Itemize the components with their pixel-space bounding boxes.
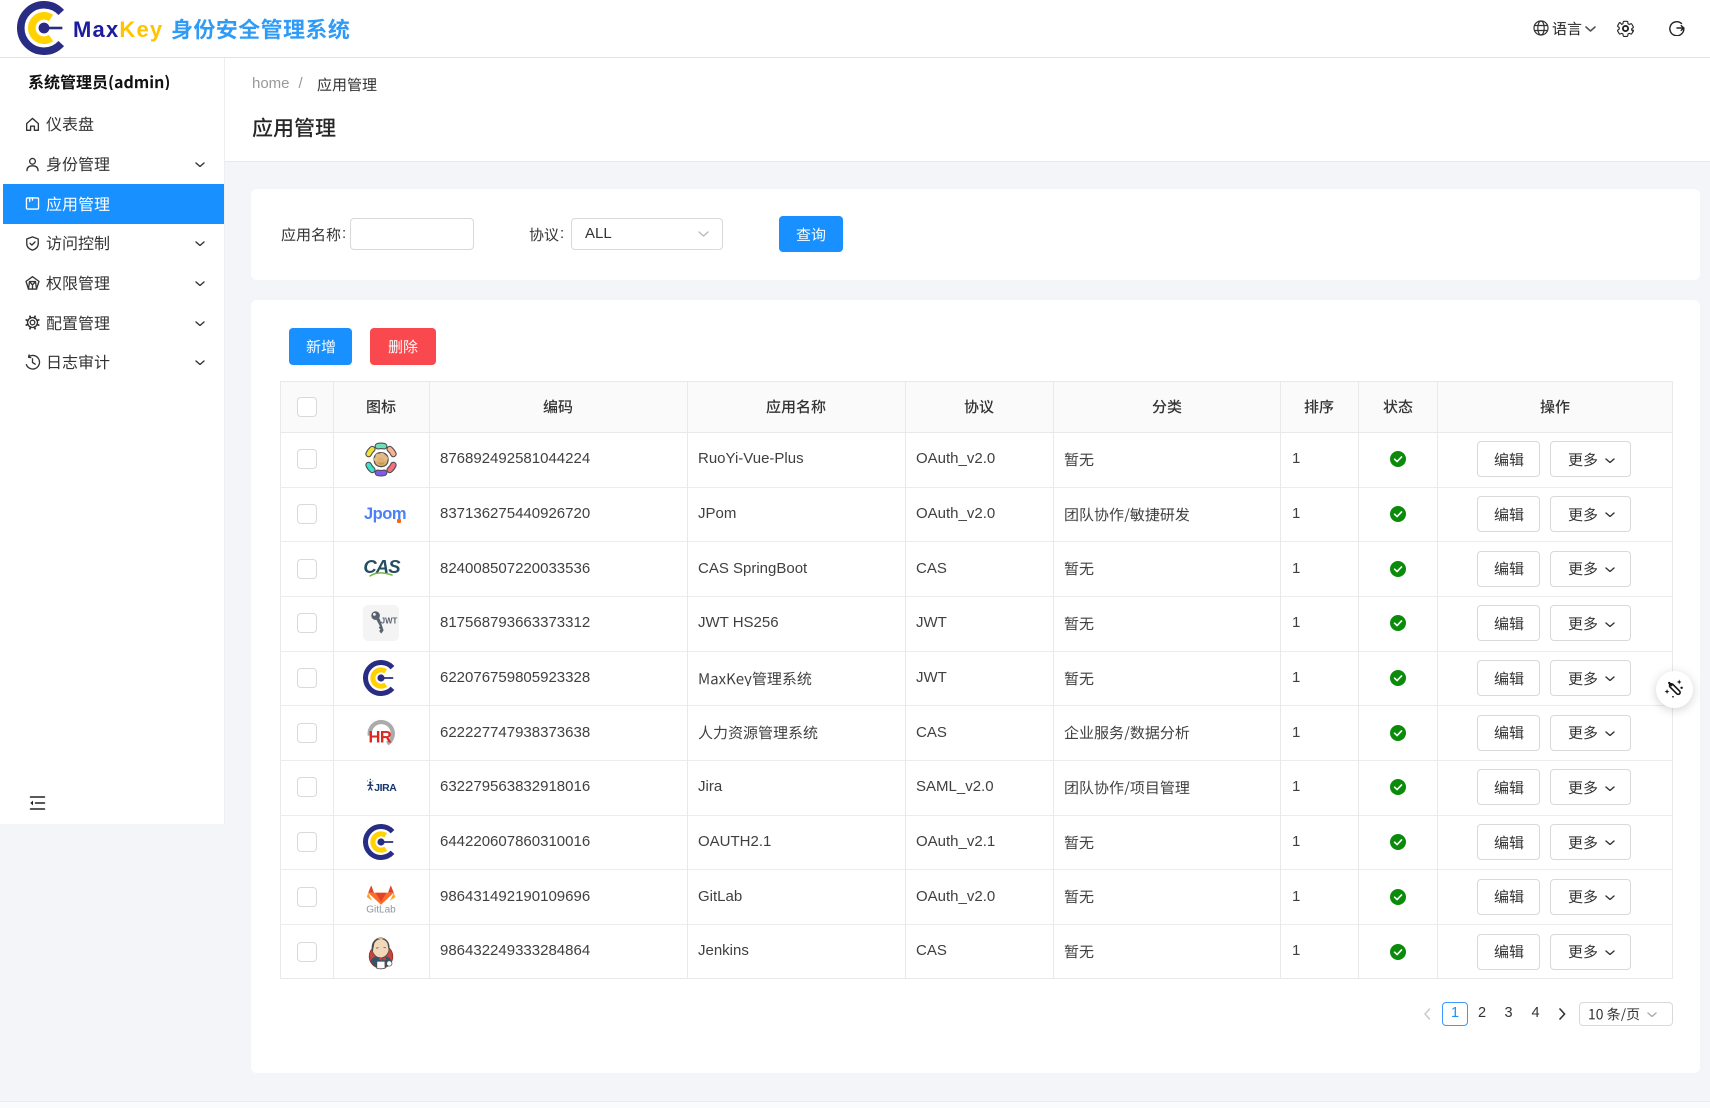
svg-text:HR: HR: [369, 728, 392, 746]
svg-text:JWT: JWT: [381, 617, 398, 626]
svg-text:GitLab: GitLab: [366, 904, 396, 914]
svg-text:JIRA: JIRA: [374, 783, 397, 794]
